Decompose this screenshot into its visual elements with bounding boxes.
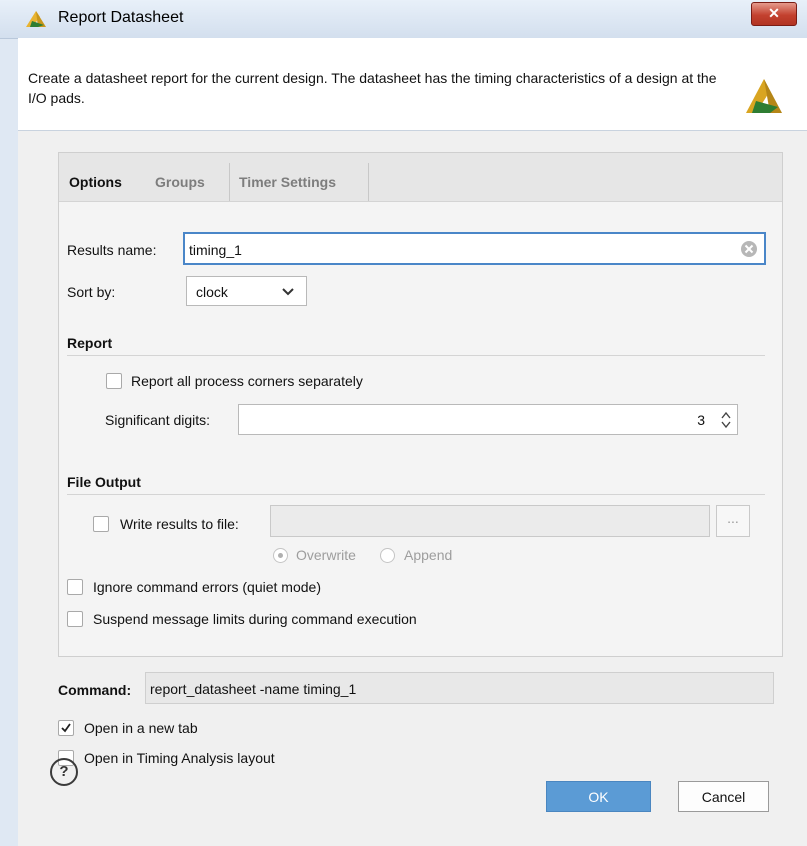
- section-divider: [67, 494, 765, 495]
- tab-divider: [229, 163, 230, 201]
- sig-digits-label: Significant digits:: [105, 412, 211, 428]
- vivado-logo-icon: [26, 11, 46, 27]
- tab-timer-settings[interactable]: Timer Settings: [239, 174, 336, 190]
- close-button[interactable]: ✕: [751, 2, 797, 26]
- tab-divider: [368, 163, 369, 201]
- dialog-window: Report Datasheet ✕ Create a datasheet re…: [0, 0, 807, 846]
- cancel-button[interactable]: Cancel: [678, 781, 769, 812]
- sort-by-label: Sort by:: [67, 284, 116, 300]
- results-name-label: Results name:: [67, 242, 157, 258]
- sort-by-select[interactable]: clock: [186, 276, 307, 306]
- title-bar[interactable]: Report Datasheet ✕: [0, 0, 807, 39]
- file-output-section-title: File Output: [67, 474, 141, 490]
- open-new-tab-label: Open in a new tab: [84, 720, 198, 736]
- overwrite-radio[interactable]: [273, 548, 288, 563]
- open-timing-layout-label: Open in Timing Analysis layout: [84, 750, 275, 766]
- clear-icon[interactable]: [740, 240, 758, 258]
- suspend-limits-label: Suspend message limits during command ex…: [93, 611, 417, 627]
- process-corners-label: Report all process corners separately: [131, 373, 363, 389]
- chevron-down-icon: [282, 288, 294, 296]
- open-new-tab-checkbox[interactable]: [58, 720, 74, 736]
- section-divider: [67, 355, 765, 356]
- file-path-input[interactable]: [270, 505, 710, 537]
- window-title: Report Datasheet: [58, 9, 184, 26]
- ignore-errors-checkbox[interactable]: [67, 579, 83, 595]
- append-radio[interactable]: [380, 548, 395, 563]
- help-button[interactable]: ?: [50, 758, 78, 786]
- tab-groups[interactable]: Groups: [155, 174, 205, 190]
- sig-digits-value: 3: [697, 412, 705, 428]
- help-icon: ?: [59, 763, 69, 780]
- report-section-title: Report: [67, 335, 113, 351]
- suspend-limits-checkbox[interactable]: [67, 611, 83, 627]
- vivado-logo-icon: [746, 79, 782, 113]
- command-field: report_datasheet -name timing_1: [145, 672, 774, 704]
- sig-digits-spinner[interactable]: 3: [238, 404, 738, 435]
- description-area: Create a datasheet report for the curren…: [18, 38, 807, 131]
- dialog-description: Create a datasheet report for the curren…: [28, 70, 717, 106]
- close-icon: ✕: [768, 5, 780, 21]
- ok-button[interactable]: OK: [546, 781, 651, 812]
- dialog-content: Options Groups Timer Settings Results na…: [18, 131, 807, 846]
- write-file-checkbox[interactable]: [93, 516, 109, 532]
- write-file-label: Write results to file:: [120, 516, 239, 532]
- process-corners-checkbox[interactable]: [106, 373, 122, 389]
- append-label: Append: [404, 547, 453, 563]
- checkmark-icon: [61, 723, 71, 733]
- ignore-errors-label: Ignore command errors (quiet mode): [93, 579, 321, 595]
- results-name-value: timing_1: [189, 242, 242, 258]
- overwrite-label: Overwrite: [296, 547, 356, 563]
- command-value: report_datasheet -name timing_1: [150, 681, 357, 697]
- command-label: Command:: [58, 682, 132, 698]
- sort-by-value: clock: [196, 284, 228, 300]
- spinner-arrows-icon[interactable]: [721, 410, 731, 430]
- results-name-input[interactable]: timing_1: [183, 232, 766, 265]
- tab-strip: Options Groups Timer Settings: [59, 153, 782, 202]
- browse-button[interactable]: ...: [716, 505, 750, 537]
- options-panel: Options Groups Timer Settings Results na…: [58, 152, 783, 657]
